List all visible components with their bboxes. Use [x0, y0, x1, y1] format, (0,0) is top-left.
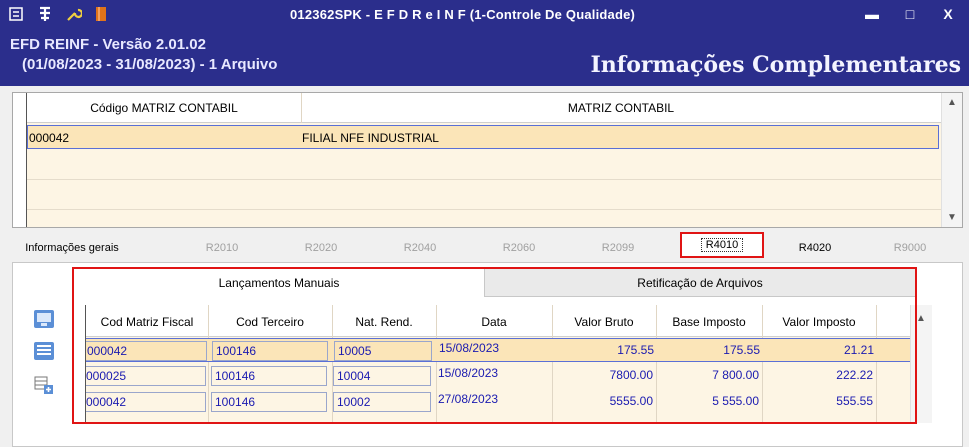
scroll-up-icon[interactable]: ▲ [916, 313, 926, 324]
maximize-button[interactable]: □ [899, 4, 921, 24]
tab-r2040[interactable]: R2040 [390, 236, 450, 260]
scroll-down-icon[interactable]: ▼ [947, 212, 957, 223]
column-header-matriz-contabil[interactable]: MATRIZ CONTABIL [301, 101, 941, 115]
cell-matriz[interactable]: FILIAL NFE INDUSTRIAL [302, 131, 439, 145]
page-title: Informações Complementares [590, 52, 961, 78]
monitor-icon[interactable] [33, 309, 55, 329]
scroll-up-icon[interactable]: ▲ [947, 97, 957, 108]
window-controls: ▬ □ X [861, 4, 959, 24]
period-label: (01/08/2023 - 31/08/2023) - 1 Arquivo [22, 56, 278, 73]
close-button[interactable]: X [937, 4, 959, 24]
matriz-contabil-grid: Código MATRIZ CONTABIL MATRIZ CONTABIL 0… [12, 92, 963, 228]
grid-body: 000042 FILIAL NFE INDUSTRIAL [13, 123, 941, 227]
tab-r4010[interactable]: R4010 [680, 232, 764, 258]
version-label: EFD REINF - Versão 2.01.02 [10, 36, 206, 53]
grid-header: Código MATRIZ CONTABIL MATRIZ CONTABIL [13, 93, 941, 123]
row-header-column [13, 93, 27, 227]
highlight-frame [72, 267, 917, 424]
tab-r2020[interactable]: R2020 [291, 236, 351, 260]
tab-r9000[interactable]: R9000 [880, 236, 940, 260]
tab-r2010[interactable]: R2010 [192, 236, 252, 260]
menu-icon[interactable] [8, 5, 26, 23]
row-divider [13, 179, 941, 180]
cell-codigo[interactable]: 000042 [29, 131, 69, 145]
window-titlebar: 012362SPK - E F D R e I N F (1-Controle … [0, 0, 969, 30]
tab-r2060[interactable]: R2060 [489, 236, 549, 260]
tab-r4010-label: R4010 [700, 238, 744, 252]
add-grid-icon[interactable] [33, 375, 55, 395]
titlebar-icons [8, 5, 110, 23]
tab-r4020[interactable]: R4020 [785, 236, 845, 260]
wrench-icon[interactable] [64, 5, 82, 23]
record-tabs: Informações gerais R2010 R2020 R2040 R20… [12, 232, 963, 262]
tree-icon[interactable] [36, 5, 54, 23]
monitor-list-icon[interactable] [33, 341, 55, 361]
table-row[interactable]: 000042 FILIAL NFE INDUSTRIAL [27, 125, 939, 149]
app-header: EFD REINF - Versão 2.01.02 (01/08/2023 -… [0, 30, 969, 86]
window-title: 012362SPK - E F D R e I N F (1-Controle … [290, 7, 636, 22]
book-icon[interactable] [92, 5, 110, 23]
tab-informacoes-gerais[interactable]: Informações gerais [12, 236, 132, 260]
vertical-scrollbar[interactable]: ▲ ▼ [941, 93, 962, 227]
column-header-codigo-matriz[interactable]: Código MATRIZ CONTABIL [27, 101, 301, 115]
tab-r2099[interactable]: R2099 [588, 236, 648, 260]
row-divider [13, 209, 941, 210]
minimize-button[interactable]: ▬ [861, 4, 883, 24]
